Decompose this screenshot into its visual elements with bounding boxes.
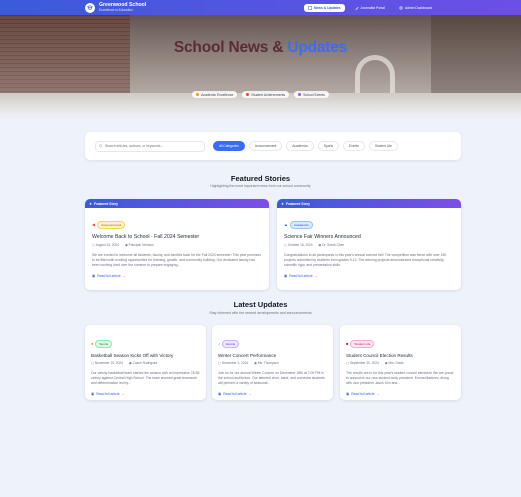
article-excerpt: Congratulations to all participants in t… [284, 253, 447, 268]
pill-label: Student Achievements [251, 92, 286, 97]
music-note-icon: ♪ [218, 341, 220, 346]
trophy-icon [246, 93, 250, 96]
latest-title: Latest Updates [233, 300, 288, 309]
pill-events: School Events [294, 91, 329, 98]
article-title[interactable]: Welcome Back to School - Fall 2024 Semes… [92, 234, 262, 240]
hero-title: School News & Updates [0, 39, 521, 57]
ballot-icon: ■ [346, 341, 349, 346]
nav-admin-label: Admin Dashboard [404, 5, 432, 10]
hero-pills: Academic Excellence Student Achievements… [0, 91, 521, 98]
read-more-link[interactable]: ▣ Read full article → [218, 392, 327, 396]
read-more-link[interactable]: ▣ Read full article → [284, 274, 454, 278]
featured-band: ★ Featured Story [85, 199, 269, 208]
arrow-right-icon: → [122, 274, 126, 278]
tab-sports[interactable]: Sports [317, 141, 340, 151]
star-icon: ★ [281, 201, 285, 206]
basketball-icon: ● [91, 341, 94, 346]
arrow-right-icon: → [376, 392, 380, 396]
featured-band-label: Featured Story [286, 201, 310, 206]
arrow-right-icon: → [248, 392, 252, 396]
pen-icon [355, 6, 359, 10]
category-badge: Announcement [97, 220, 126, 229]
article-date: ▢ August 15, 2024 [92, 243, 119, 247]
book-icon: ▣ [218, 392, 222, 396]
article-author: ◉ Coach Rodriguez [128, 361, 158, 365]
pill-academic: Academic Excellence [192, 91, 238, 98]
filter-bar: All Categories Announcement Academics Sp… [85, 132, 461, 160]
category-badge: Student Life [350, 339, 375, 348]
article-title[interactable]: Science Fair Winners Announced [284, 234, 454, 240]
megaphone-icon: ◀ [92, 222, 96, 227]
arrow-right-icon: → [121, 392, 125, 396]
book-icon: ▣ [284, 274, 288, 278]
arrow-right-icon: → [314, 274, 318, 278]
search-input[interactable] [104, 144, 201, 148]
star-icon: ★ [89, 201, 93, 206]
latest-card[interactable]: ♪ Events Winter Concert Performance ▢ De… [212, 325, 333, 400]
book-icon: ▣ [92, 274, 96, 278]
read-more-link[interactable]: ▣ Read full article → [92, 274, 262, 278]
book-icon: ▣ [346, 392, 350, 396]
article-excerpt: Join us for our annual Winter Concert on… [218, 371, 325, 386]
latest-subtitle: Stay informed with the newest developmen… [209, 311, 312, 315]
category-tabs: All Categories Announcement Academics Sp… [213, 141, 398, 151]
tab-all-categories[interactable]: All Categories [213, 141, 245, 151]
gear-icon [399, 5, 403, 10]
nav-admin-button[interactable]: Admin Dashboard [395, 4, 436, 12]
book-icon: ▣ [91, 392, 95, 396]
article-excerpt: We are excited to welcome all students, … [92, 253, 262, 268]
article-title[interactable]: Student Council Election Results [346, 353, 455, 358]
article-title[interactable]: Winter Concert Performance [218, 353, 327, 358]
search-box[interactable] [95, 140, 205, 152]
top-nav: Greenwood School Excellence in Education… [0, 0, 521, 15]
tab-academics[interactable]: Academics [286, 141, 314, 151]
newspaper-icon [308, 5, 312, 10]
school-logo-icon[interactable] [85, 2, 95, 13]
featured-card[interactable]: ★ Featured Story ◀ Announcement Welcome … [85, 199, 269, 290]
article-date: ▢ November 10, 2024 [91, 361, 123, 365]
article-author: ◉ Dr. Sarah Chen [318, 243, 345, 247]
graduation-cap-icon: ▲ [284, 222, 288, 227]
article-date: ▢ December 1, 2024 [218, 361, 249, 365]
featured-band: ★ Featured Story [277, 199, 461, 208]
hero-banner: School News & Updates Academic Excellenc… [0, 15, 521, 119]
tab-events[interactable]: Events [343, 141, 365, 151]
search-icon [99, 144, 103, 148]
featured-band-label: Featured Story [94, 201, 118, 206]
star-icon [196, 93, 200, 96]
read-more-link[interactable]: ▣ Read full article → [91, 392, 200, 396]
nav-news-label: News & Updates [313, 5, 341, 10]
category-badge: Events [222, 339, 240, 348]
latest-card[interactable]: ● Sports Basketball Season Kicks Off wit… [85, 325, 206, 400]
article-excerpt: Our varsity basketball team started the … [91, 371, 200, 386]
hero-title-main: School News & [173, 39, 284, 56]
article-date: ▢ September 20, 2024 [346, 361, 379, 365]
tab-announcement[interactable]: Announcement [248, 141, 283, 151]
article-author: ◉ Principal Johnson [124, 243, 154, 247]
calendar-icon [298, 93, 302, 96]
tab-student-life[interactable]: Student Life [368, 141, 398, 151]
article-author: ◉ Ms. Thompson [254, 361, 279, 365]
pill-label: Academic Excellence [201, 92, 234, 97]
featured-card[interactable]: ★ Featured Story ▲ Academics Science Fai… [277, 199, 461, 290]
pill-label: School Events [303, 92, 325, 97]
featured-subtitle: Highlighting the most important news fro… [210, 184, 311, 188]
latest-card[interactable]: ■ Student Life Student Council Election … [340, 325, 461, 400]
nav-journalist-button[interactable]: Journalist Portal [351, 4, 389, 12]
nav-news-button[interactable]: News & Updates [303, 3, 345, 12]
category-badge: Sports [95, 339, 113, 348]
featured-title: Featured Stories [230, 174, 291, 183]
brand[interactable]: Greenwood School Excellence in Education [99, 2, 146, 12]
pill-achievements: Student Achievements [242, 91, 290, 98]
category-badge: Academics [289, 220, 313, 229]
article-excerpt: The results are in for this year's stude… [346, 371, 454, 386]
article-title[interactable]: Basketball Season Kicks Off with Victory [91, 353, 200, 358]
article-date: ▢ October 15, 2024 [284, 243, 313, 247]
read-more-link[interactable]: ▣ Read full article → [346, 392, 455, 396]
nav-journalist-label: Journalist Portal [360, 5, 385, 10]
hero-title-highlight: Updates [287, 39, 348, 56]
article-author: ◉ Mrs. Davis [384, 361, 404, 365]
brand-tagline: Excellence in Education [99, 8, 133, 12]
